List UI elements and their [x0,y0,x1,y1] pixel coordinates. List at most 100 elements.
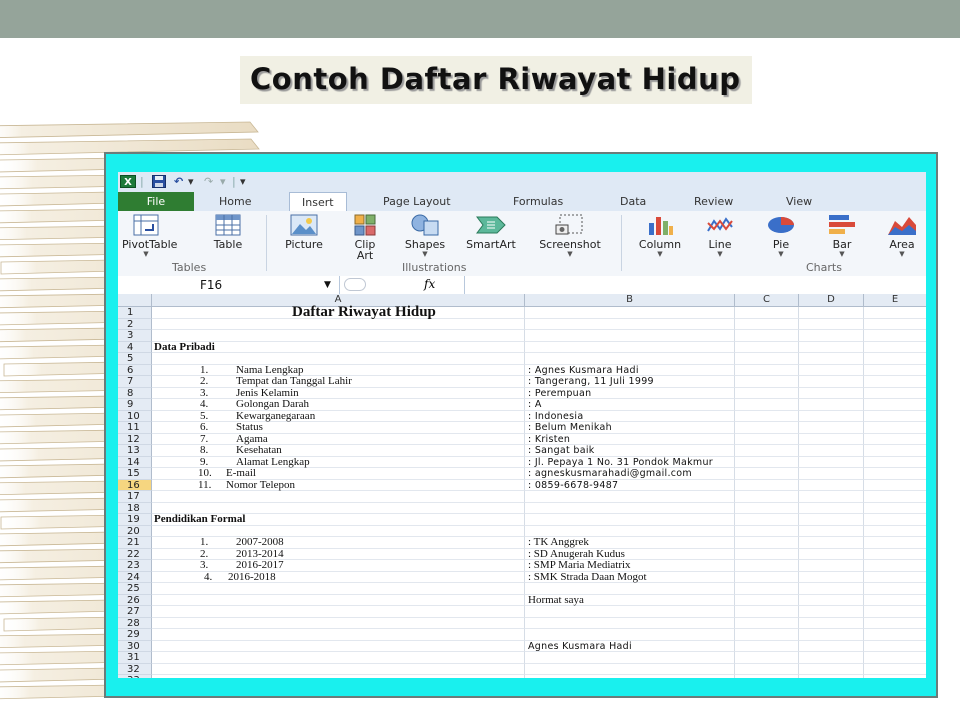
cell-e[interactable] [864,583,926,595]
row-header[interactable]: 24 [118,571,152,583]
cell-a[interactable] [152,640,525,652]
cell-b[interactable] [525,675,735,678]
cell-b[interactable]: : SMP Maria Mediatrix [525,560,735,572]
tab-insert[interactable]: Insert [289,192,347,211]
cell-d[interactable] [799,387,864,399]
cell-d[interactable] [799,410,864,422]
row-header[interactable]: 21 [118,537,152,549]
row-header[interactable]: 32 [118,663,152,675]
column-header-e[interactable]: E [864,294,926,306]
table-button[interactable]: Table [208,213,248,250]
column-chart-button[interactable]: Column ▼ [630,213,690,258]
cell-a[interactable] [152,330,525,342]
cell-b[interactable]: : Agnes Kusmara Hadi [525,364,735,376]
cell-c[interactable] [735,341,799,353]
cell-e[interactable] [864,675,926,678]
cell-c[interactable] [735,560,799,572]
cell-d[interactable] [799,479,864,491]
cell-e[interactable] [864,491,926,503]
customize-toolbar-icon[interactable]: ▾ [240,175,246,188]
cell-e[interactable] [864,365,926,376]
cell-d[interactable] [799,502,864,514]
cell-e[interactable] [864,376,926,388]
row-header[interactable]: 15 [118,468,152,480]
cell-d[interactable] [799,491,864,503]
smartart-button[interactable]: SmartArt [458,213,524,250]
cell-d[interactable] [799,594,864,606]
cell-c[interactable] [735,364,799,376]
cell-e[interactable] [864,411,926,422]
cell-d[interactable] [799,456,864,468]
cell-a[interactable]: Daftar Riwayat Hidup [152,305,525,320]
redo-icon[interactable]: ↷ [204,175,213,188]
row-header[interactable]: 20 [118,525,152,537]
cell-e[interactable] [864,388,926,399]
cell-a[interactable] [152,353,525,365]
cell-a[interactable]: 4. 2016-2018 [152,571,525,583]
cell-c[interactable] [735,617,799,629]
row-header[interactable]: 2 [118,318,152,330]
cell-d[interactable] [799,514,864,526]
cell-c[interactable] [735,502,799,514]
formula-input[interactable] [464,276,926,294]
shapes-button[interactable]: Shapes ▼ [398,213,452,258]
cell-a[interactable] [152,318,525,330]
cell-d[interactable] [799,548,864,560]
cell-e[interactable] [864,537,926,549]
cell-b[interactable] [525,663,735,675]
row-header[interactable]: 4 [118,341,152,353]
cell-c[interactable] [735,525,799,537]
cell-b[interactable] [525,341,735,353]
cell-e[interactable] [864,514,926,526]
cell-b[interactable] [525,502,735,514]
cell-d[interactable] [799,468,864,480]
tab-data[interactable]: Data [620,192,646,211]
row-header[interactable]: 23 [118,560,152,572]
row-header[interactable]: 18 [118,502,152,514]
cell-a[interactable] [152,675,525,678]
row-header[interactable]: 5 [118,353,152,365]
cell-d[interactable] [799,663,864,675]
screenshot-button[interactable]: Screenshot ▼ [528,213,612,258]
cell-e[interactable] [864,457,926,468]
cell-e[interactable] [864,652,926,664]
cell-b[interactable]: Agnes Kusmara Hadi [525,640,735,652]
cell-a[interactable]: 4. Golongan Darah [152,399,525,411]
row-header[interactable]: 30 [118,640,152,652]
cell-e[interactable] [864,353,926,365]
cell-c[interactable] [735,571,799,583]
row-header[interactable]: 14 [118,456,152,468]
cell-b[interactable] [525,514,735,526]
cell-c[interactable] [735,537,799,549]
cell-e[interactable] [864,330,926,342]
cell-d[interactable] [799,353,864,365]
cell-e[interactable] [864,572,926,583]
bar-chart-button[interactable]: Bar ▼ [820,213,864,258]
cell-b[interactable]: : Sangat baik [525,445,735,457]
chevron-down-icon[interactable]: ▼ [324,276,331,294]
cell-a[interactable]: 10. E-mail [152,468,525,480]
cell-e[interactable] [864,526,926,537]
cell-e[interactable] [864,641,926,652]
cell-d[interactable] [799,583,864,595]
cell-a[interactable]: 6. Status [152,422,525,434]
row-header[interactable]: 13 [118,445,152,457]
cell-a[interactable] [152,594,525,606]
row-header[interactable]: 33 [118,675,152,678]
cell-c[interactable] [735,663,799,675]
cell-c[interactable] [735,387,799,399]
cell-a[interactable] [152,606,525,618]
cell-d[interactable] [799,318,864,330]
undo-icon[interactable]: ↶ [174,175,183,188]
cell-a[interactable]: Data Pribadi [152,341,525,353]
column-header-c[interactable]: C [735,294,799,306]
cell-c[interactable] [735,652,799,664]
cell-d[interactable] [799,537,864,549]
cell-b[interactable]: : SMK Strada Daan Mogot [525,571,735,583]
cell-a[interactable]: 1. 2007-2008 [152,537,525,549]
cell-b[interactable] [525,491,735,503]
cell-b[interactable]: Hormat saya [525,594,735,606]
row-header[interactable]: 17 [118,491,152,503]
clip-art-button[interactable]: Clip Art [344,213,386,261]
cell-d[interactable] [799,525,864,537]
